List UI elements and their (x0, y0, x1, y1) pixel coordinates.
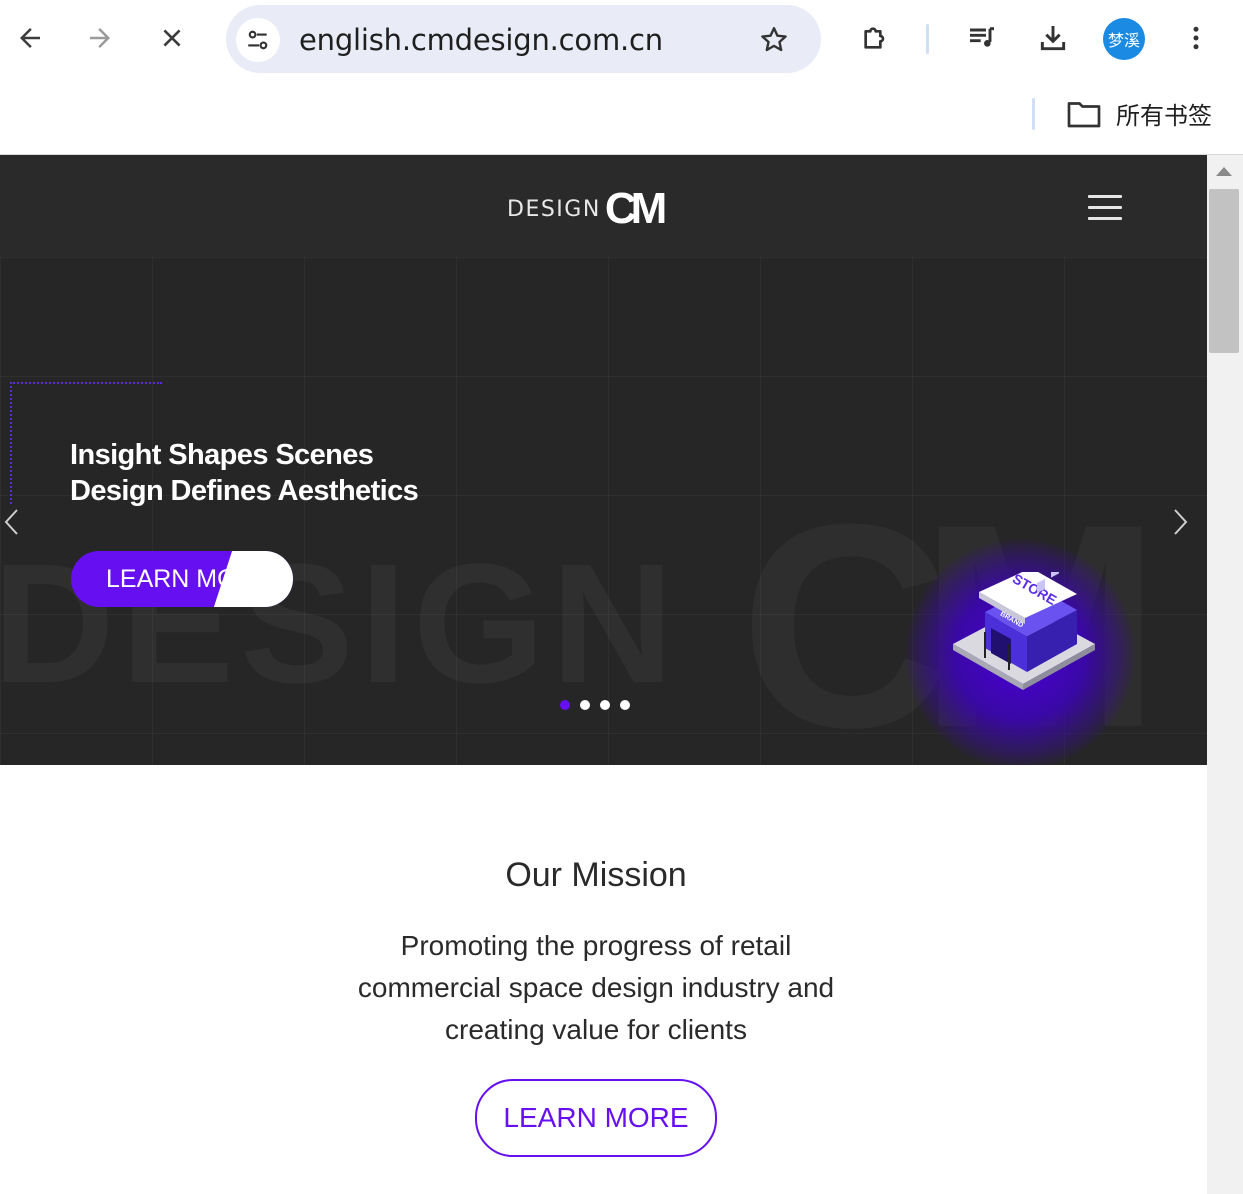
arrow-left-icon (20, 28, 40, 48)
forward-button[interactable] (80, 18, 120, 58)
tune-icon (248, 30, 268, 50)
carousel-dot-4[interactable] (620, 700, 630, 710)
site-header: DESIGN CM (0, 155, 1207, 257)
chevron-right-icon (1174, 509, 1188, 535)
bookmark-star-button[interactable] (754, 20, 794, 60)
toolbar-divider (926, 24, 929, 54)
logo-text: DESIGN (507, 196, 601, 222)
more-vertical-icon (1193, 26, 1199, 50)
hamburger-menu-button[interactable] (1088, 195, 1122, 221)
scrollbar-thumb[interactable] (1209, 189, 1239, 353)
url-text[interactable]: english.cmdesign.com.cn (299, 23, 663, 57)
menu-line (1088, 195, 1122, 198)
back-button[interactable] (10, 18, 50, 58)
hero-cta-label: LEARN MORE (106, 565, 236, 593)
hero-cta-white-overlay (213, 551, 293, 607)
arrow-right-icon (90, 28, 110, 48)
all-bookmarks-label: 所有书签 (1116, 102, 1212, 130)
menu-line (1088, 206, 1122, 209)
carousel-prev-button[interactable] (2, 507, 22, 537)
carousel-pagination (560, 700, 640, 710)
extensions-button[interactable] (855, 18, 895, 58)
close-icon (163, 29, 181, 47)
mission-text: Promoting the progress of retail commerc… (357, 930, 835, 1045)
carousel-next-button[interactable] (1170, 507, 1190, 537)
hero-title-line1: Insight Shapes Scenes (70, 439, 374, 471)
carousel-dot-1[interactable] (560, 700, 570, 710)
hero-carousel: DESIGN CM Insight Shapes Scenes Design D… (0, 257, 1207, 765)
logo-mark: CM (604, 184, 667, 233)
hero-learn-more-button[interactable]: LEARN MORE (71, 551, 293, 607)
media-controls-button[interactable] (962, 18, 1002, 58)
all-bookmarks-button[interactable]: 所有书签 (1066, 96, 1212, 131)
hero-title-line2: Design Defines Aesthetics (70, 475, 419, 507)
puzzle-icon (864, 27, 885, 49)
mission-title: Our Mission (505, 856, 687, 894)
scroll-up-arrow-icon[interactable] (1216, 167, 1232, 176)
chevron-left-icon (4, 509, 18, 535)
download-icon (1040, 26, 1066, 51)
hero-title: Insight Shapes Scenes Design Defines Aes… (70, 437, 419, 509)
carousel-dot-2[interactable] (580, 700, 590, 710)
mission-learn-more-button[interactable]: LEARN MORE (475, 1079, 717, 1157)
profile-avatar[interactable]: 梦溪 (1103, 18, 1145, 60)
menu-line (1088, 217, 1122, 220)
browser-menu-button[interactable] (1176, 18, 1216, 58)
star-icon (761, 27, 787, 52)
address-bar[interactable]: english.cmdesign.com.cn (226, 5, 821, 73)
store-illustration: STORE BRAND (953, 572, 1095, 690)
bookmarks-bar: 所有书签 (0, 78, 1243, 155)
site-info-button[interactable] (236, 18, 280, 62)
carousel-dot-3[interactable] (600, 700, 610, 710)
page-scrollbar[interactable] (1207, 155, 1243, 1194)
page-viewport: DESIGN CM DESIGN CM Insight Shapes Scene… (0, 155, 1207, 1194)
browser-toolbar: english.cmdesign.com.cn 梦溪 (0, 0, 1243, 78)
downloads-button[interactable] (1033, 18, 1073, 58)
site-logo[interactable]: DESIGN CM (507, 184, 667, 233)
bookmarks-divider (1032, 98, 1035, 130)
stop-button[interactable] (152, 18, 192, 58)
playlist-music-icon (970, 27, 994, 47)
folder-icon (1067, 101, 1101, 127)
